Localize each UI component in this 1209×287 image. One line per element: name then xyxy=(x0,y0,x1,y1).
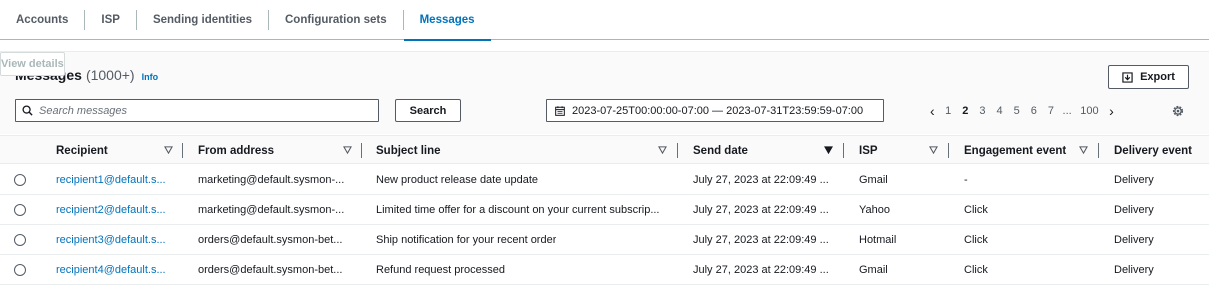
page-1[interactable]: 1 xyxy=(940,105,957,117)
search-button[interactable]: Search xyxy=(395,99,461,122)
view-details-button[interactable]: View details xyxy=(0,52,65,76)
tab-isp[interactable]: ISP xyxy=(85,0,136,40)
table-row[interactable]: recipient3@default.s... orders@default.s… xyxy=(0,225,1209,255)
table-row[interactable]: recipient1@default.s... marketing@defaul… xyxy=(0,165,1209,195)
tab-bar: Accounts ISP Sending identities Configur… xyxy=(0,0,1209,41)
caret-down-icon[interactable] xyxy=(1079,146,1088,154)
pagination: ‹ 1 2 3 4 5 6 7 ... 100 › xyxy=(925,99,1119,122)
tab-configuration-sets[interactable]: Configuration sets xyxy=(269,0,403,40)
page-5[interactable]: 5 xyxy=(1008,105,1025,117)
date-range-value: 2023-07-25T00:00:00-07:00 — 2023-07-31T2… xyxy=(572,104,864,117)
date-range-picker[interactable]: 2023-07-25T00:00:00-07:00 — 2023-07-31T2… xyxy=(546,99,884,122)
column-divider xyxy=(677,143,678,158)
search-field[interactable] xyxy=(15,99,379,122)
table-row[interactable]: recipient4@default.s... orders@default.s… xyxy=(0,255,1209,285)
from-address-cell: orders@default.sysmon-bet... xyxy=(198,234,343,246)
calendar-icon xyxy=(555,105,565,116)
panel-header: Messages (1000+) Info View details Expor… xyxy=(0,51,1209,134)
previous-page-icon[interactable]: ‹ xyxy=(925,103,940,119)
isp-cell: Gmail xyxy=(859,174,888,186)
send-date-cell: July 27, 2023 at 22:09:49 ... xyxy=(693,204,829,216)
export-label: Export xyxy=(1140,71,1175,83)
column-header-engagement-event[interactable]: Engagement event xyxy=(964,136,1066,165)
column-header-from-address[interactable]: From address xyxy=(198,136,274,165)
export-button[interactable]: Export xyxy=(1108,65,1189,89)
delivery-cell: Delivery xyxy=(1114,174,1154,186)
subject-cell: Ship notification for your recent order xyxy=(376,234,557,246)
engagement-cell: Click xyxy=(964,264,988,276)
next-page-icon[interactable]: › xyxy=(1104,103,1119,119)
tab-accounts[interactable]: Accounts xyxy=(0,0,84,40)
message-count: (1000+) xyxy=(85,67,135,83)
column-header-recipient[interactable]: Recipient xyxy=(56,136,108,165)
pagination-ellipsis: ... xyxy=(1062,104,1072,117)
column-divider xyxy=(843,143,844,158)
info-link[interactable]: Info xyxy=(142,72,159,82)
isp-cell: Gmail xyxy=(859,264,888,276)
caret-down-icon[interactable] xyxy=(343,146,352,154)
recipient-link[interactable]: recipient2@default.s... xyxy=(56,195,166,225)
delivery-cell: Delivery xyxy=(1114,234,1154,246)
send-date-cell: July 27, 2023 at 22:09:49 ... xyxy=(693,234,829,246)
subject-cell: New product release date update xyxy=(376,174,539,186)
engagement-cell: Click xyxy=(964,234,988,246)
engagement-cell: Click xyxy=(964,204,988,216)
subject-cell: Refund request processed xyxy=(376,264,506,276)
delivery-cell: Delivery xyxy=(1114,204,1154,216)
recipient-link[interactable]: recipient1@default.s... xyxy=(56,165,166,195)
page-last[interactable]: 100 xyxy=(1075,105,1104,117)
row-select-radio[interactable] xyxy=(14,174,26,186)
delivery-cell: Delivery xyxy=(1114,264,1154,276)
table-header: Recipient From address Subject line Send… xyxy=(0,135,1209,164)
column-divider xyxy=(182,143,183,158)
page-4[interactable]: 4 xyxy=(991,105,1008,117)
tab-messages[interactable]: Messages xyxy=(403,0,491,41)
from-address-cell: marketing@default.sysmon-... xyxy=(198,174,345,186)
gear-icon[interactable] xyxy=(1171,104,1185,118)
recipient-link[interactable]: recipient4@default.s... xyxy=(56,255,166,285)
row-select-radio[interactable] xyxy=(14,264,26,276)
column-header-send-date[interactable]: Send date xyxy=(693,136,748,165)
caret-down-icon[interactable] xyxy=(658,146,667,154)
messages-panel: Messages (1000+) Info View details Expor… xyxy=(0,51,1209,287)
column-divider xyxy=(948,143,949,158)
page-3[interactable]: 3 xyxy=(974,105,991,117)
column-divider xyxy=(1098,143,1099,158)
column-header-subject-line[interactable]: Subject line xyxy=(376,136,441,165)
tab-sending-identities[interactable]: Sending identities xyxy=(137,0,268,40)
send-date-cell: July 27, 2023 at 22:09:49 ... xyxy=(693,174,829,186)
row-select-radio[interactable] xyxy=(14,204,26,216)
isp-cell: Yahoo xyxy=(859,204,890,216)
recipient-link[interactable]: recipient3@default.s... xyxy=(56,225,166,255)
from-address-cell: orders@default.sysmon-bet... xyxy=(198,264,343,276)
column-header-delivery-event[interactable]: Delivery event xyxy=(1114,136,1192,165)
table-row[interactable]: recipient2@default.s... marketing@defaul… xyxy=(0,195,1209,225)
send-date-cell: July 27, 2023 at 22:09:49 ... xyxy=(693,264,829,276)
page-6[interactable]: 6 xyxy=(1025,105,1042,117)
download-icon xyxy=(1122,71,1133,83)
page-7[interactable]: 7 xyxy=(1042,105,1059,117)
search-icon xyxy=(22,105,33,116)
search-input[interactable] xyxy=(39,104,369,117)
isp-cell: Hotmail xyxy=(859,234,897,246)
row-select-radio[interactable] xyxy=(14,234,26,246)
column-divider xyxy=(361,143,362,158)
caret-down-icon[interactable] xyxy=(164,146,173,154)
page-2[interactable]: 2 xyxy=(957,105,974,117)
engagement-cell: - xyxy=(964,174,968,186)
column-header-isp[interactable]: ISP xyxy=(859,136,878,165)
caret-down-icon[interactable] xyxy=(824,146,833,154)
caret-down-icon[interactable] xyxy=(929,146,938,154)
from-address-cell: marketing@default.sysmon-... xyxy=(198,204,345,216)
subject-cell: Limited time offer for a discount on you… xyxy=(376,204,660,216)
